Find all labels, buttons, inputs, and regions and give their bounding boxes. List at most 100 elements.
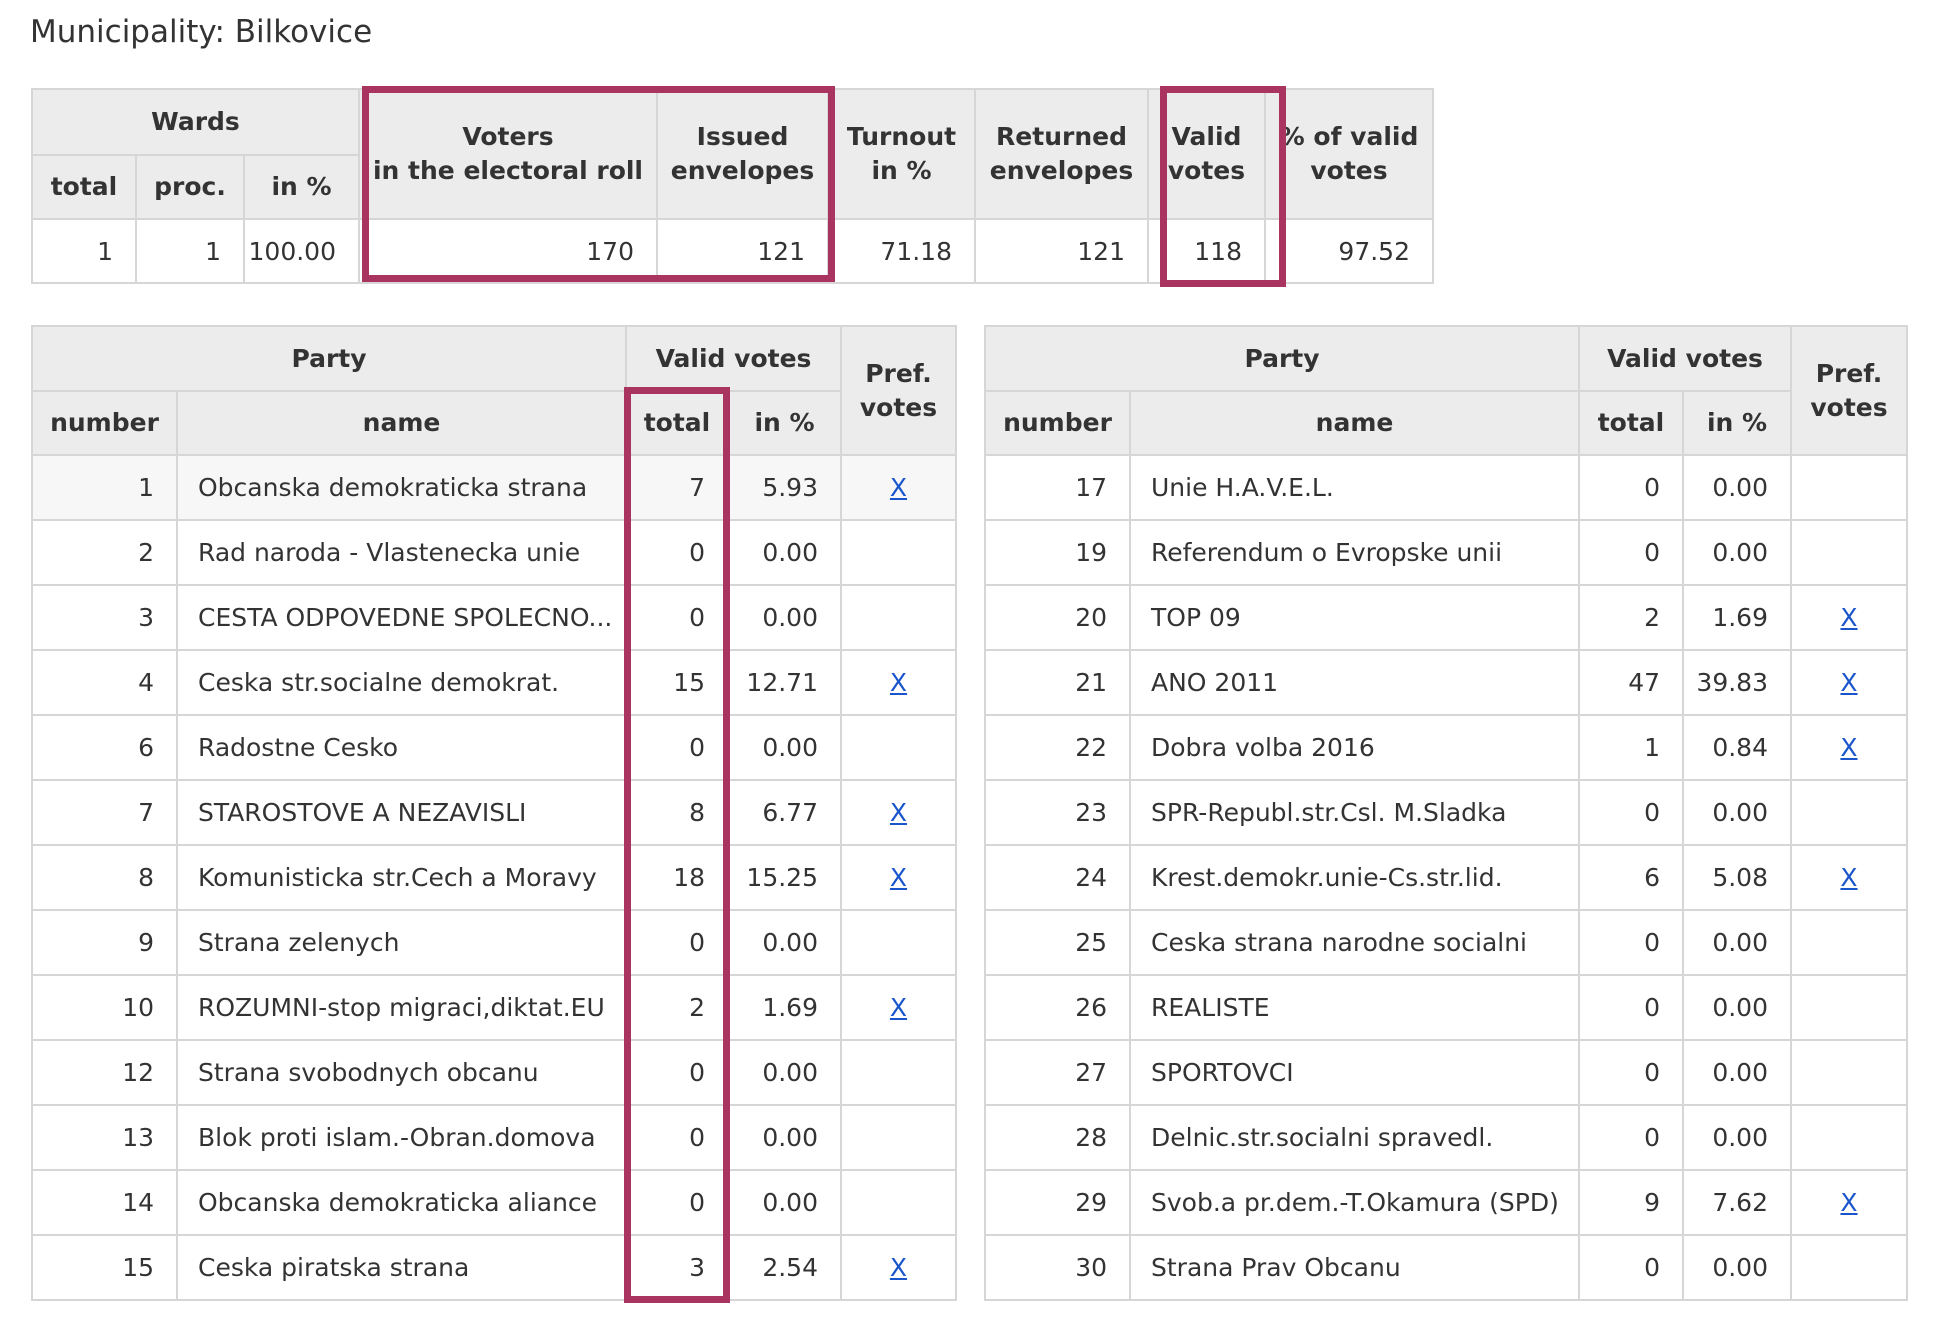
party-number: 14: [31, 1169, 178, 1236]
wards-pct-header: in %: [243, 154, 360, 220]
party-number: 4: [31, 649, 178, 716]
pref-votes-cell: [840, 584, 957, 651]
party-name: Rad naroda - Vlastenecka unie: [176, 519, 627, 586]
party-vote-pct: 0.00: [727, 584, 842, 651]
pref-votes-cell: [1790, 1039, 1908, 1106]
party-total-votes: 15: [625, 649, 729, 716]
pref-votes-cell: X: [840, 1234, 957, 1301]
party-name: REALISTE: [1129, 974, 1580, 1041]
pref-votes-link[interactable]: X: [890, 993, 907, 1022]
pref-votes-cell: [1790, 519, 1908, 586]
party-number: 15: [31, 1234, 178, 1301]
pref-votes-link[interactable]: X: [890, 863, 907, 892]
party-vote-pct: 0.00: [727, 1104, 842, 1171]
party-number: 22: [984, 714, 1131, 781]
party-name: Krest.demokr.unie-Cs.str.lid.: [1129, 844, 1580, 911]
pref-votes-cell: X: [840, 779, 957, 846]
party-total-votes: 0: [1578, 974, 1684, 1041]
name-header: name: [176, 390, 627, 456]
issued-envelopes-value: 121: [656, 218, 829, 284]
party-row: 29 Svob.a pr.dem.-T.Okamura (SPD) 9 7.62 X: [984, 1169, 1908, 1236]
pref-votes-link[interactable]: X: [1840, 1188, 1857, 1217]
party-name: SPORTOVCI: [1129, 1039, 1580, 1106]
party-name: Strana zelenych: [176, 909, 627, 976]
party-total-votes: 9: [1578, 1169, 1684, 1236]
party-row: 17 Unie H.A.V.E.L. 0 0.00: [984, 454, 1908, 521]
party-name: ANO 2011: [1129, 649, 1580, 716]
party-vote-pct: 0.00: [1682, 1104, 1792, 1171]
party-vote-pct: 0.00: [1682, 909, 1792, 976]
party-vote-pct: 0.00: [1682, 1234, 1792, 1301]
party-number: 3: [31, 584, 178, 651]
party-vote-pct: 0.00: [727, 909, 842, 976]
party-vote-pct: 0.00: [1682, 519, 1792, 586]
party-row: 23 SPR-Republ.str.Csl. M.Sladka 0 0.00: [984, 779, 1908, 846]
pref-votes-link[interactable]: X: [1840, 733, 1857, 762]
pref-votes-link[interactable]: X: [890, 473, 907, 502]
party-number: 19: [984, 519, 1131, 586]
party-total-votes: 0: [1578, 1039, 1684, 1106]
party-row: 7 STAROSTOVE A NEZAVISLI 8 6.77 X: [31, 779, 957, 846]
party-number: 30: [984, 1234, 1131, 1301]
issued-envelopes-header: Issued envelopes: [656, 88, 829, 220]
pref-votes-link[interactable]: X: [1840, 668, 1857, 697]
pct-valid-votes-header: % of valid votes: [1264, 88, 1434, 220]
party-row: 2 Rad naroda - Vlastenecka unie 0 0.00: [31, 519, 957, 586]
party-row: 28 Delnic.str.socialni spravedl. 0 0.00: [984, 1104, 1908, 1171]
pref-votes-link[interactable]: X: [890, 798, 907, 827]
party-row: 26 REALISTE 0 0.00: [984, 974, 1908, 1041]
party-vote-pct: 1.69: [1682, 584, 1792, 651]
party-number: 8: [31, 844, 178, 911]
party-row: 8 Komunisticka str.Cech a Moravy 18 15.25 X: [31, 844, 957, 911]
pref-votes-cell: X: [840, 974, 957, 1041]
party-vote-pct: 39.83: [1682, 649, 1792, 716]
party-name: Dobra volba 2016: [1129, 714, 1580, 781]
pref-votes-cell: [1790, 909, 1908, 976]
pref-votes-link[interactable]: X: [890, 1253, 907, 1282]
party-number: 26: [984, 974, 1131, 1041]
party-total-votes: 0: [625, 909, 729, 976]
party-row: 4 Ceska str.socialne demokrat. 15 12.71 X: [31, 649, 957, 716]
pref-votes-cell: [1790, 779, 1908, 846]
party-row: 15 Ceska piratska strana 3 2.54 X: [31, 1234, 957, 1301]
party-vote-pct: 0.00: [1682, 779, 1792, 846]
party-row: 24 Krest.demokr.unie-Cs.str.lid. 6 5.08 X: [984, 844, 1908, 911]
party-total-votes: 6: [1578, 844, 1684, 911]
pref-votes-link[interactable]: X: [1840, 863, 1857, 892]
party-row: 6 Radostne Cesko 0 0.00: [31, 714, 957, 781]
party-vote-pct: 5.08: [1682, 844, 1792, 911]
number-header: number: [31, 390, 178, 456]
turnout-header: Turnout in %: [827, 88, 976, 220]
party-name: Komunisticka str.Cech a Moravy: [176, 844, 627, 911]
party-name: Obcanska demokraticka aliance: [176, 1169, 627, 1236]
party-total-votes: 0: [1578, 1234, 1684, 1301]
party-total-votes: 1: [1578, 714, 1684, 781]
party-vote-pct: 7.62: [1682, 1169, 1792, 1236]
pref-votes-header: Pref. votes: [1790, 325, 1908, 456]
party-name: Strana Prav Obcanu: [1129, 1234, 1580, 1301]
party-vote-pct: 5.93: [727, 454, 842, 521]
party-name: Blok proti islam.-Obran.domova: [176, 1104, 627, 1171]
party-total-votes: 0: [1578, 909, 1684, 976]
party-vote-pct: 12.71: [727, 649, 842, 716]
wards-total-value: 1: [31, 218, 137, 284]
pct-header: in %: [1682, 390, 1792, 456]
pref-votes-link[interactable]: X: [1840, 603, 1857, 632]
party-number: 12: [31, 1039, 178, 1106]
pref-votes-link[interactable]: X: [890, 668, 907, 697]
party-vote-pct: 0.84: [1682, 714, 1792, 781]
party-row: 12 Strana svobodnych obcanu 0 0.00: [31, 1039, 957, 1106]
party-name: Ceska str.socialne demokrat.: [176, 649, 627, 716]
party-name: TOP 09: [1129, 584, 1580, 651]
party-name: Ceska strana narodne socialni: [1129, 909, 1580, 976]
wards-proc-value: 1: [135, 218, 245, 284]
party-number: 21: [984, 649, 1131, 716]
party-number: 23: [984, 779, 1131, 846]
pref-votes-cell: [840, 714, 957, 781]
party-name: Delnic.str.socialni spravedl.: [1129, 1104, 1580, 1171]
party-row: 22 Dobra volba 2016 1 0.84 X: [984, 714, 1908, 781]
party-table-right: Party Valid votes Pref. votes number name…: [984, 325, 1908, 1301]
party-header: Party: [984, 325, 1580, 392]
party-vote-pct: 0.00: [1682, 454, 1792, 521]
party-total-votes: 0: [625, 714, 729, 781]
